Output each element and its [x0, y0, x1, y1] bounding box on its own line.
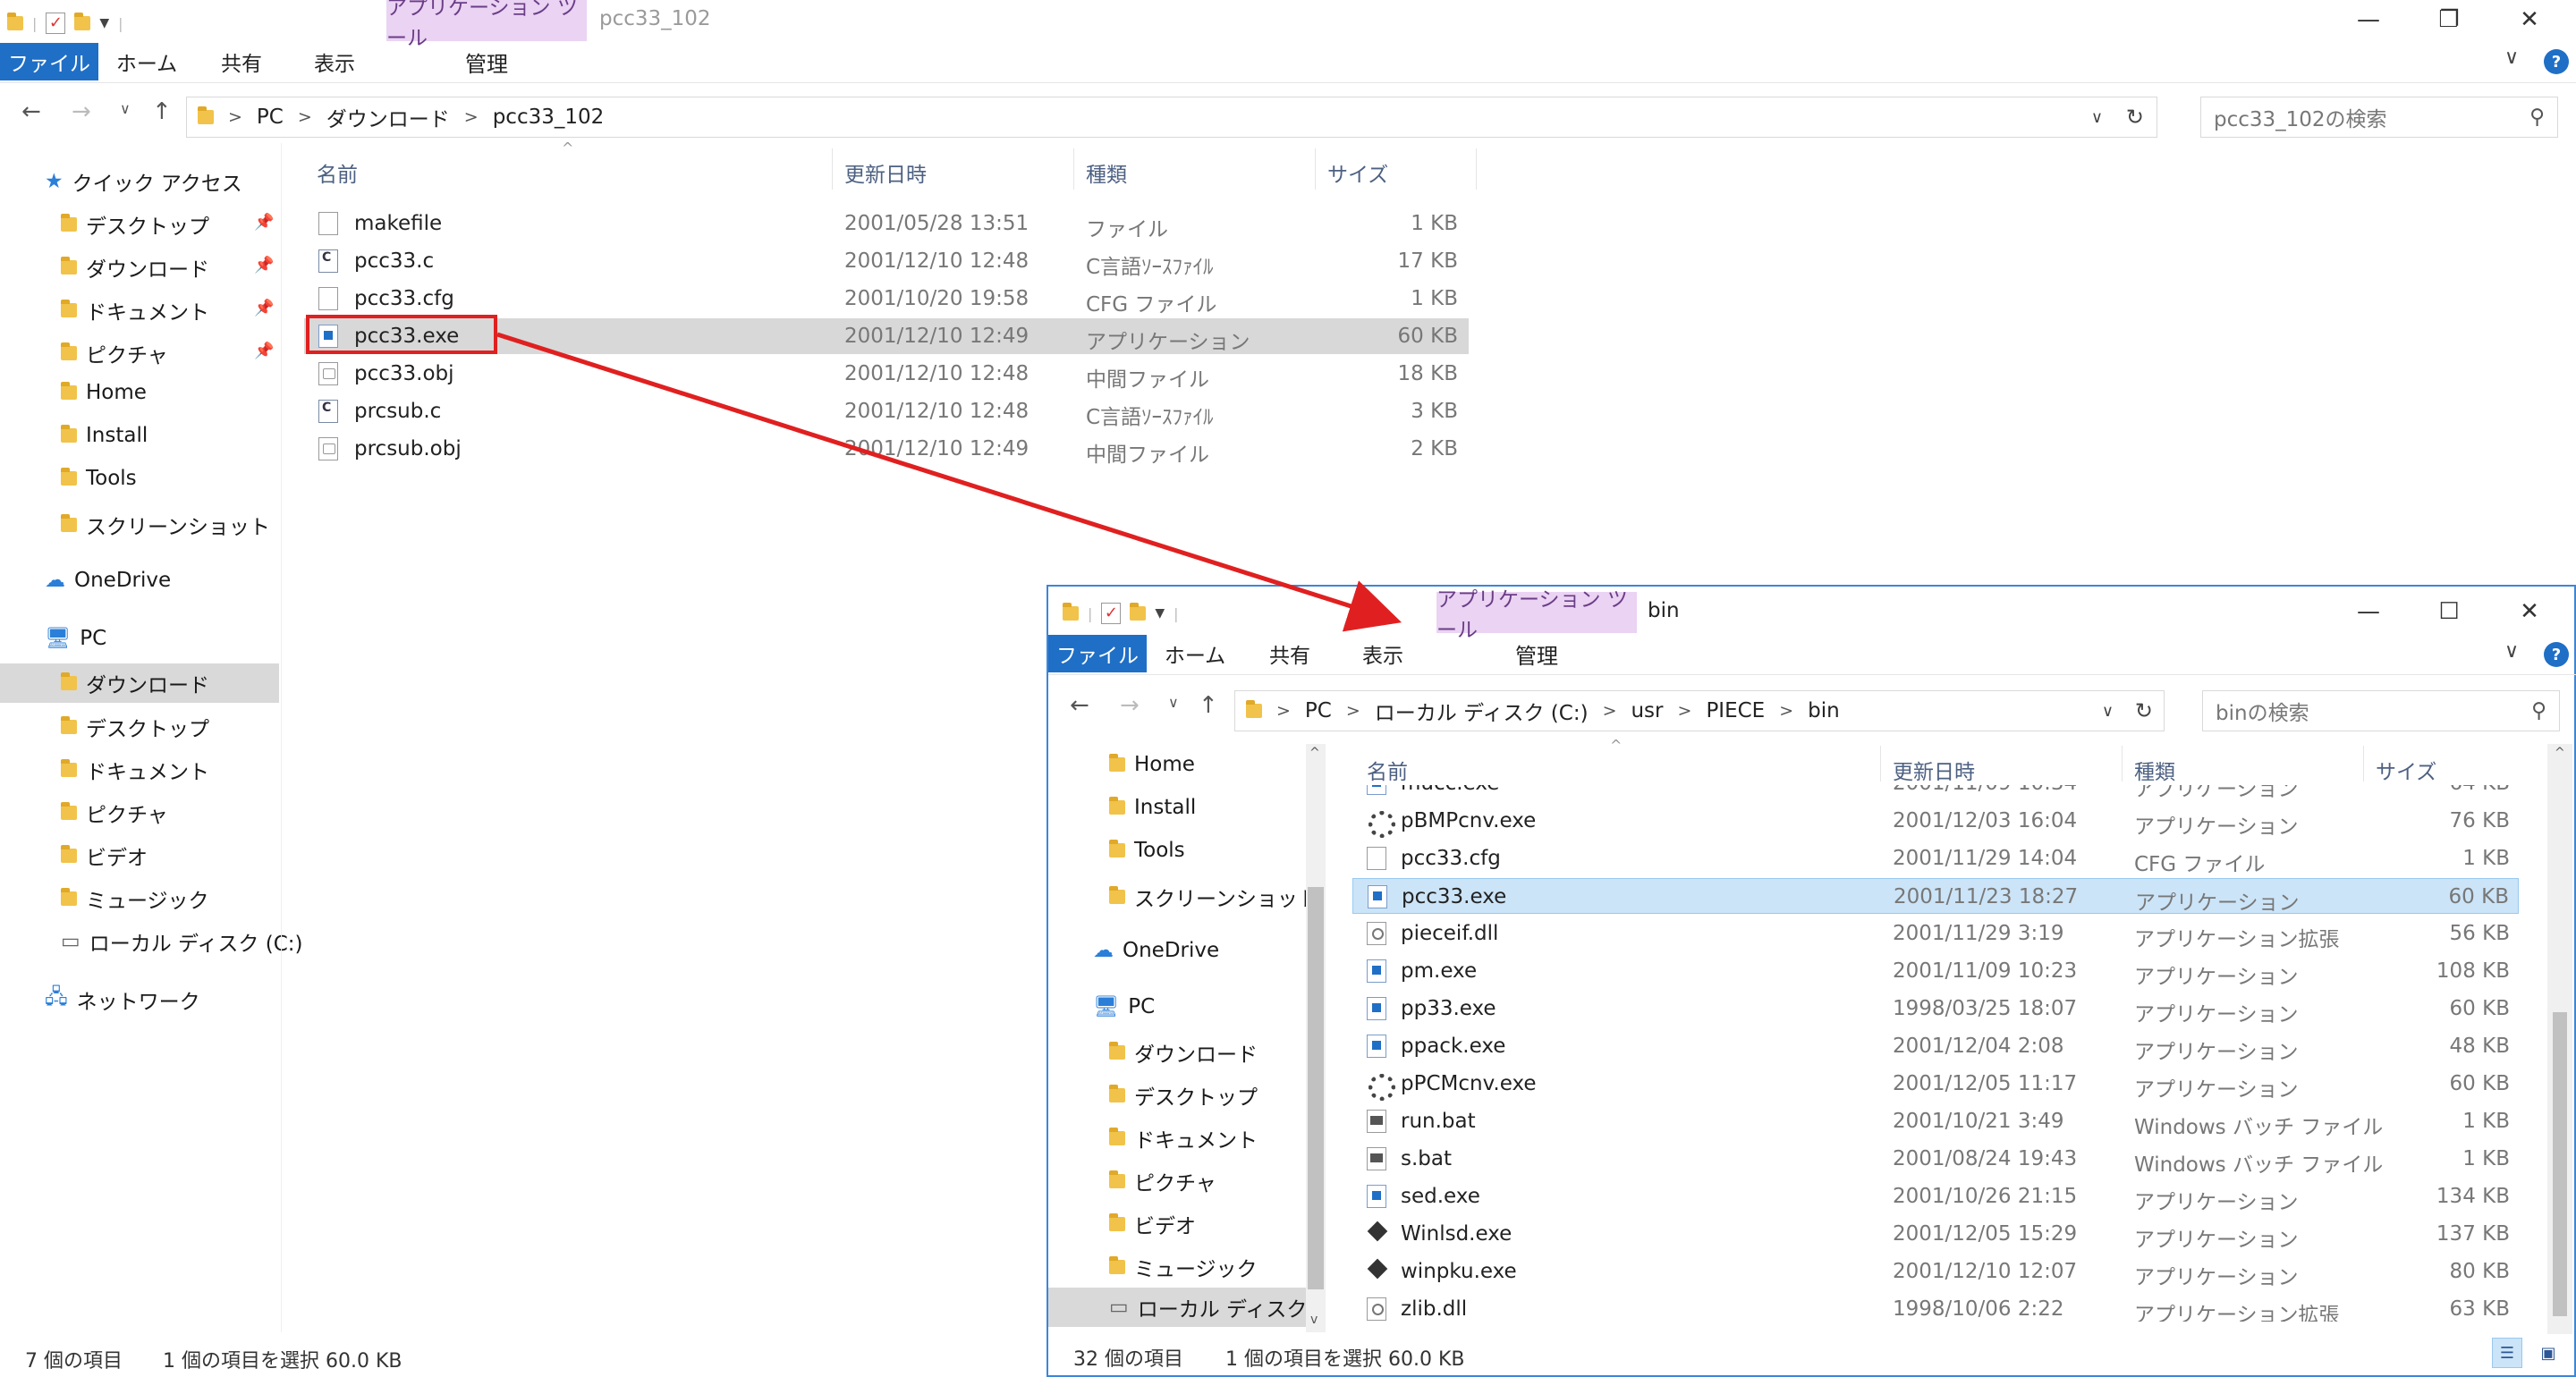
- annotation-arrow: [496, 332, 1402, 632]
